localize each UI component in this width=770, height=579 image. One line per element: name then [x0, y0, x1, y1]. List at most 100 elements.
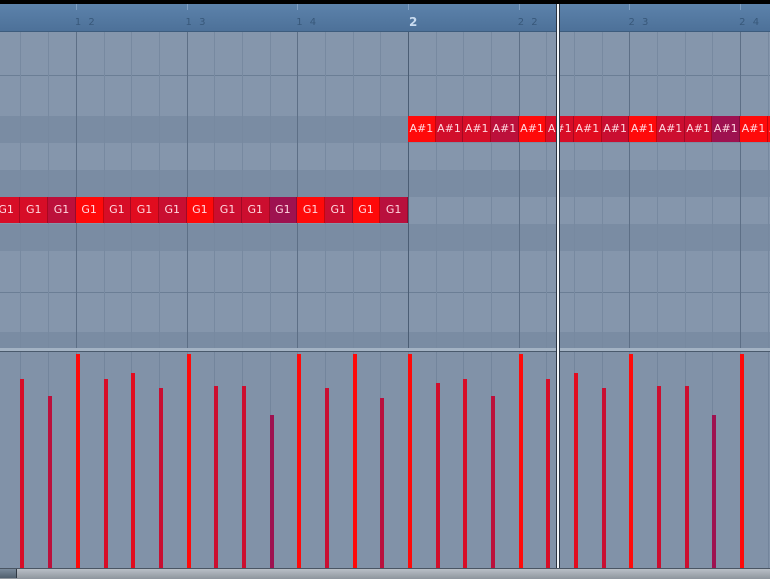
note-g1[interactable]: G1 [0, 197, 21, 223]
grid-line [574, 32, 575, 348]
note-a-sharp1[interactable]: A#1 [601, 116, 630, 142]
note-g1[interactable]: G1 [352, 197, 381, 223]
grid-line [48, 32, 49, 348]
note-g1[interactable]: G1 [297, 197, 325, 223]
note-g1[interactable]: G1 [186, 197, 215, 223]
ruler-tick [740, 4, 742, 10]
velocity-bar[interactable] [76, 354, 80, 568]
scrollbar-thumb[interactable] [0, 569, 17, 578]
note-a-sharp1[interactable]: A#1 [491, 116, 519, 142]
grid-line [740, 32, 741, 348]
velocity-bar[interactable] [685, 386, 689, 568]
grid-line [685, 32, 686, 348]
velocity-bar[interactable] [574, 372, 578, 568]
ruler-label: 2 4 [739, 17, 762, 28]
note-a-sharp1[interactable]: A#1 [546, 116, 575, 142]
note-a-sharp1[interactable]: A#1 [435, 116, 464, 142]
black-key-row [0, 332, 770, 348]
velocity-bar[interactable] [657, 386, 661, 568]
velocity-bar[interactable] [436, 382, 440, 568]
note-a-sharp1[interactable]: A#1 [408, 116, 436, 142]
velocity-bar[interactable] [297, 354, 301, 568]
grid-line [380, 32, 381, 348]
note-a-sharp1[interactable]: A#1 [518, 116, 547, 142]
black-key-row [0, 224, 770, 251]
grid-line [270, 32, 271, 348]
note-g1[interactable]: G1 [48, 197, 76, 223]
velocity-bar[interactable] [48, 396, 52, 568]
note-g1[interactable]: G1 [158, 197, 187, 223]
velocity-bar[interactable] [131, 372, 135, 568]
note-g1[interactable]: G1 [20, 197, 49, 223]
note-g1[interactable]: G1 [75, 197, 104, 223]
horizontal-scrollbar[interactable] [0, 568, 770, 579]
ruler-tick [408, 4, 409, 10]
grid-line [104, 32, 105, 348]
ruler-tick [186, 4, 188, 10]
piano-roll-grid[interactable]: G1 G1 G1 G1 G1 G1 G1 G1 G1 G1 G1 G1 G1 G1 G1 A#1 A#1 A#1 A… [0, 32, 770, 348]
note-g1[interactable]: G1 [241, 197, 270, 223]
octave-line [0, 75, 770, 76]
velocity-bar[interactable] [242, 386, 246, 568]
ruler-tick [75, 4, 77, 10]
grid-line [463, 32, 464, 348]
velocity-bar[interactable] [491, 396, 495, 568]
velocity-bar[interactable] [270, 414, 274, 568]
velocity-grid-line [768, 352, 769, 568]
grid-line [242, 32, 243, 348]
grid-line [187, 32, 188, 348]
bar-ruler[interactable]: 1 2 1 3 1 4 2 2 2 2 3 2 4 [0, 4, 770, 32]
note-g1[interactable]: G1 [103, 197, 132, 223]
velocity-bar[interactable] [159, 387, 163, 568]
velocity-bar[interactable] [380, 397, 384, 568]
velocity-bar[interactable] [712, 414, 716, 568]
octave-line [0, 292, 770, 293]
ruler-tick [629, 4, 631, 10]
velocity-bar[interactable] [214, 386, 218, 568]
ruler-label: 2 [409, 15, 418, 29]
velocity-bar[interactable] [602, 387, 606, 568]
note-g1[interactable]: G1 [131, 197, 159, 223]
grid-line [519, 32, 520, 348]
velocity-bar[interactable] [740, 354, 744, 568]
velocity-bar[interactable] [519, 354, 523, 568]
note-g1[interactable]: G1 [324, 197, 353, 223]
grid-line [491, 32, 492, 348]
grid-line [408, 32, 409, 348]
velocity-bar[interactable] [629, 354, 633, 568]
note-a-sharp1[interactable]: A#1 [684, 116, 713, 142]
note-a-sharp1[interactable]: A#1 [712, 116, 741, 142]
grid-line [629, 32, 630, 348]
note-g1[interactable]: G1 [380, 197, 408, 223]
note-a-sharp1[interactable]: A#1 [740, 116, 768, 142]
note-a-sharp1[interactable]: A#1 [657, 116, 685, 142]
velocity-bar[interactable] [408, 354, 412, 568]
note-a-sharp1[interactable]: A#1 [629, 116, 658, 142]
velocity-bar[interactable] [353, 354, 357, 568]
velocity-bar[interactable] [325, 387, 329, 568]
grid-line [353, 32, 354, 348]
grid-line [214, 32, 215, 348]
velocity-bar[interactable] [20, 379, 24, 568]
grid-line [159, 32, 160, 348]
grid-line [436, 32, 437, 348]
velocity-lane[interactable] [0, 352, 770, 568]
velocity-bar[interactable] [104, 379, 108, 568]
note-g1[interactable]: G1 [269, 197, 298, 223]
velocity-bar[interactable] [463, 379, 467, 568]
grid-line [712, 32, 713, 348]
playhead[interactable] [556, 4, 560, 568]
grid-line [602, 32, 603, 348]
grid-line [546, 32, 547, 348]
ruler-label: 1 3 [185, 17, 208, 28]
velocity-bar[interactable] [187, 354, 191, 568]
ruler-tick [297, 4, 299, 10]
grid-line [768, 32, 769, 348]
ruler-label: 2 2 [517, 17, 540, 28]
black-key-row [0, 170, 770, 197]
note-a-sharp1[interactable]: A#1 [574, 116, 602, 142]
note-a-sharp1[interactable]: A#1 [463, 116, 492, 142]
note-g1[interactable]: G1 [214, 197, 242, 223]
grid-line [297, 32, 298, 348]
velocity-bar[interactable] [546, 379, 550, 568]
